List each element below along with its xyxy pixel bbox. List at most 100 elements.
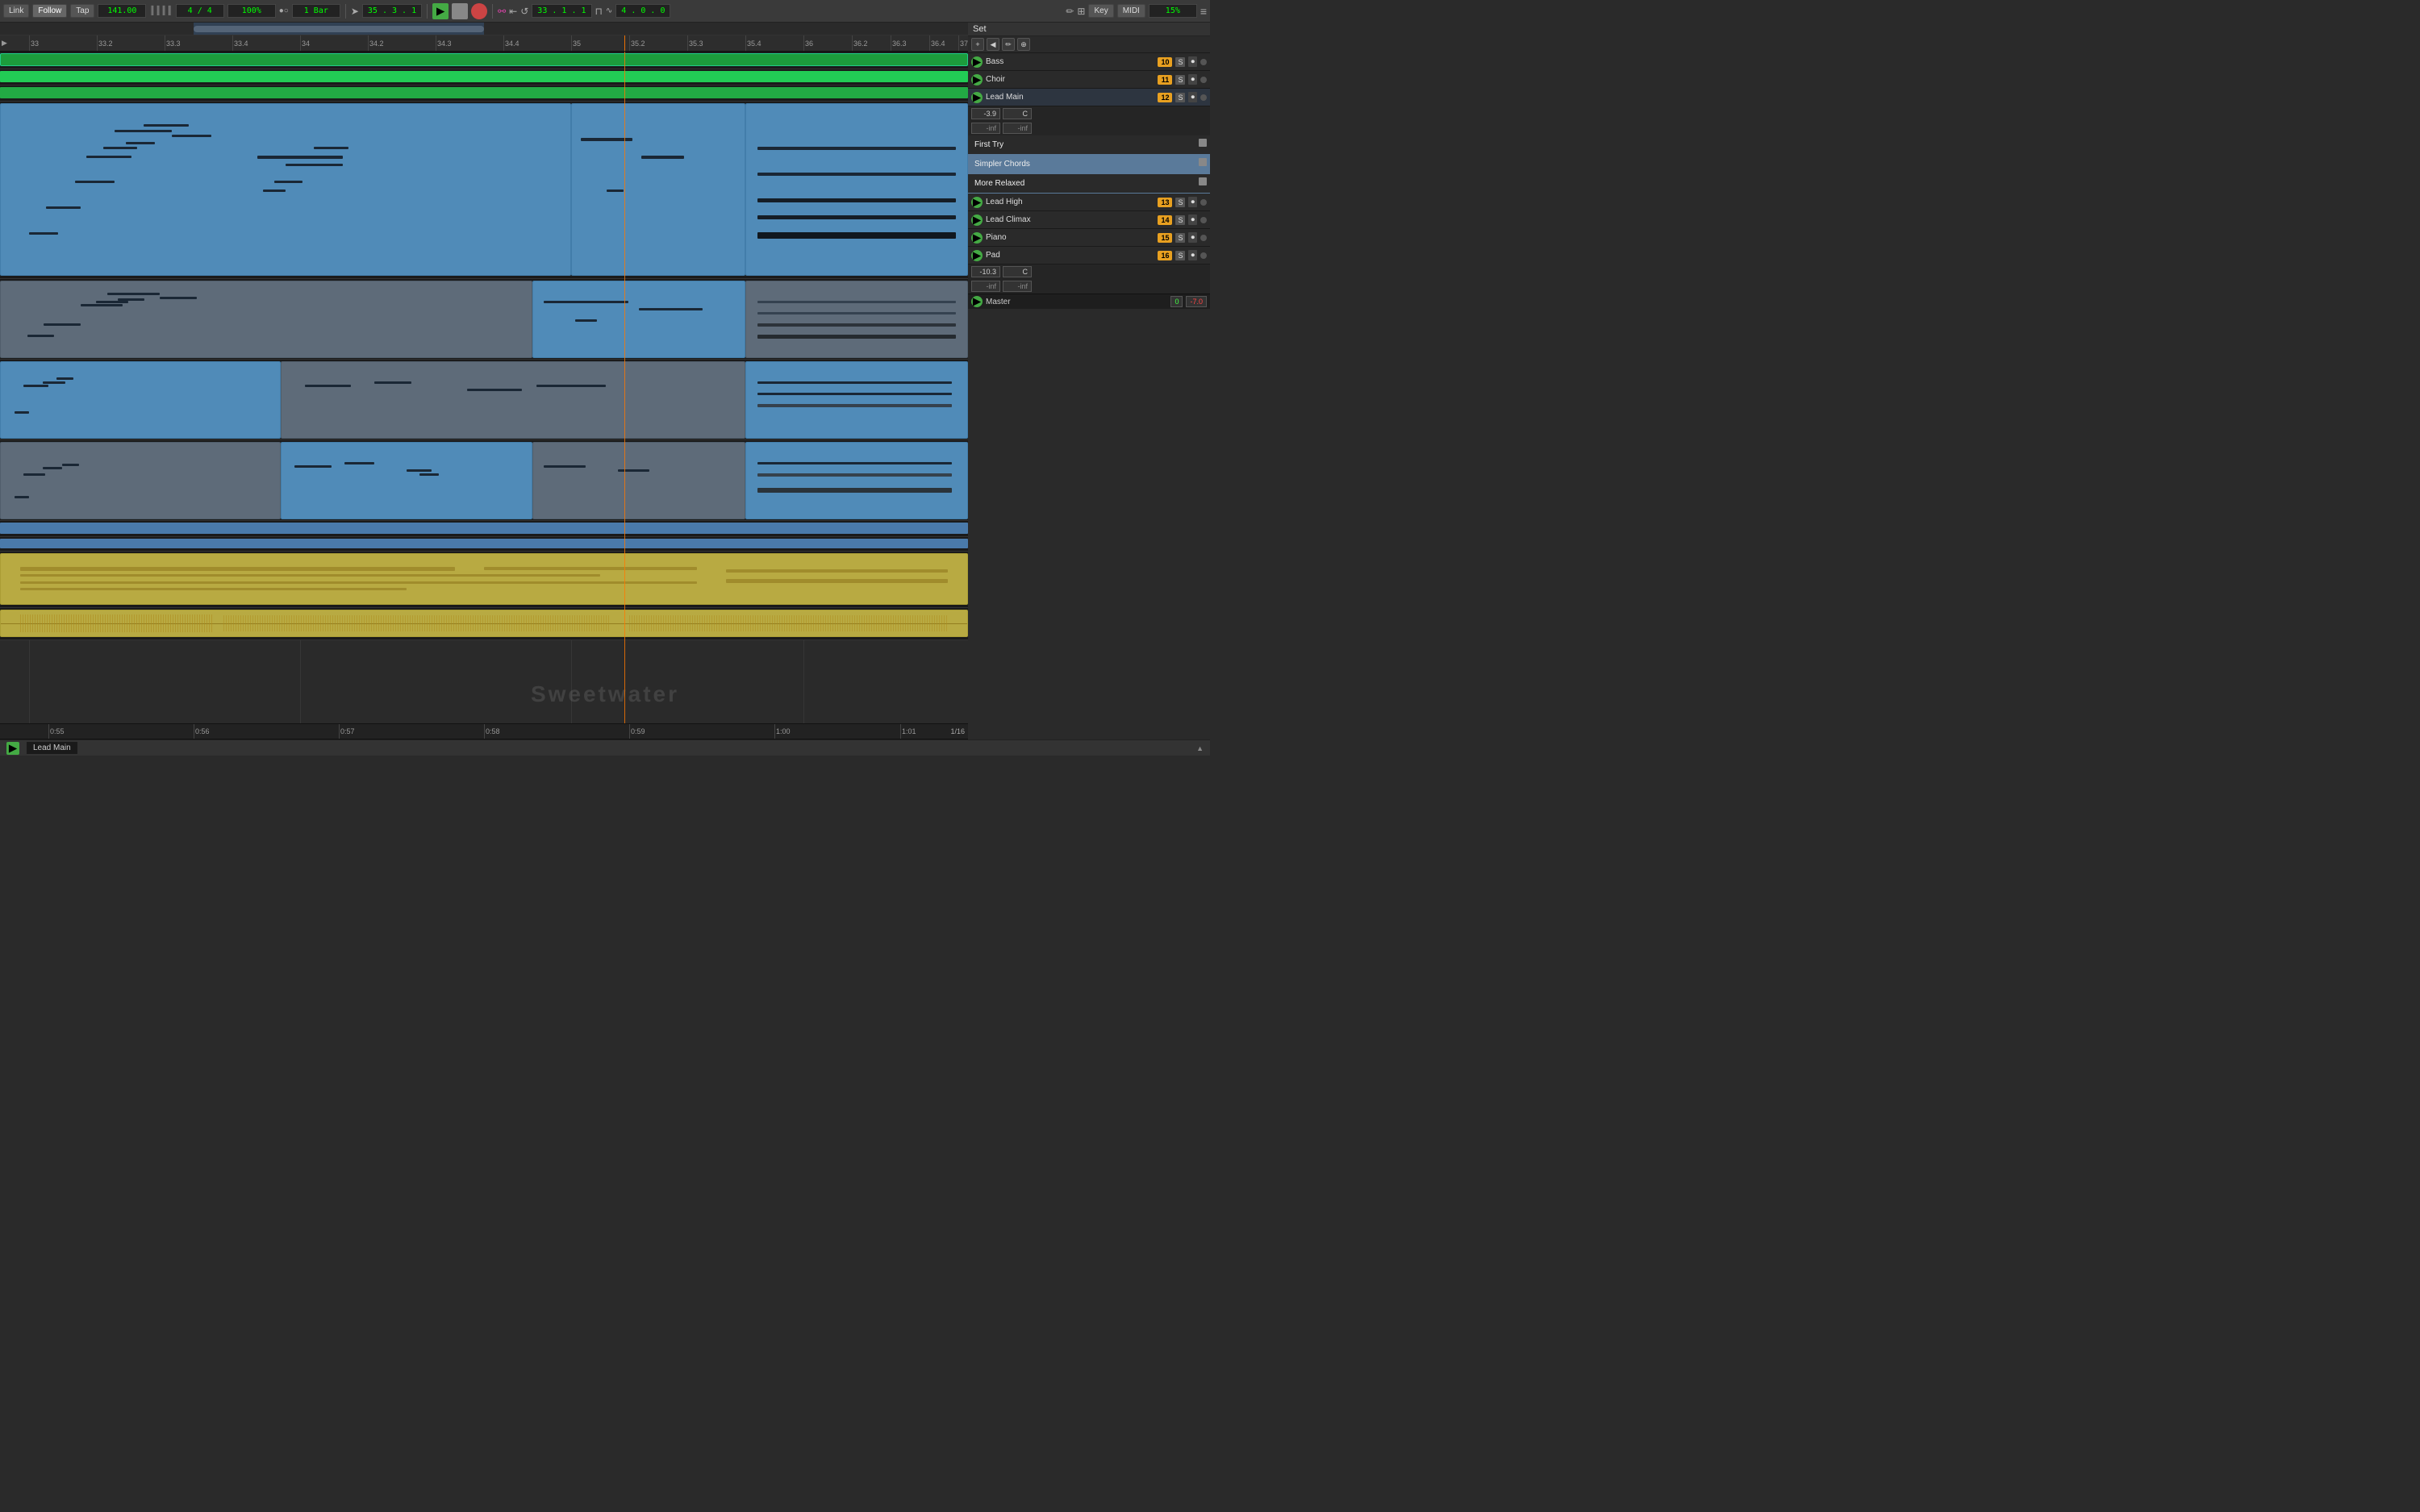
cpu-display: 15% (1149, 4, 1197, 18)
track-piano-play[interactable]: ▶ (971, 232, 983, 244)
right-panel: Set + ◀ ✏ ⊕ ▶ Bass 10 S ⏺ (968, 23, 1210, 739)
clip-lead-main-2[interactable] (571, 103, 745, 276)
clip-alt1-gray[interactable] (0, 281, 532, 358)
key-button[interactable]: Key (1088, 4, 1113, 18)
timeline-ruler[interactable]: ▶ 33 33.2 33.3 33.4 34 34.2 34.3 34.4 35… (0, 35, 968, 52)
track-leadclimax-name: Lead Climax (986, 215, 1154, 224)
bar-icon: ║║║║ (149, 6, 172, 15)
track-leadhigh-s[interactable]: S (1175, 198, 1185, 207)
track-leadclimax-s[interactable]: S (1175, 215, 1185, 225)
track-leadclimax-r[interactable]: ⏺ (1188, 215, 1197, 225)
alt-clip-simpler-chords[interactable]: Simpler Chords (968, 155, 1210, 174)
track-piano-r[interactable]: ⏺ (1188, 232, 1197, 243)
track-item-lead-climax[interactable]: ▶ Lead Climax 14 S ⏺ (968, 211, 1210, 229)
loop-length-display[interactable]: 4 . 0 . 0 (615, 4, 670, 18)
track-leadclimax-play[interactable]: ▶ (971, 215, 983, 226)
clip-lead-main-3[interactable] (745, 103, 968, 276)
clip-pad[interactable] (0, 553, 968, 605)
bpm-display[interactable]: 141.00 (98, 4, 146, 18)
clip-alt2-blue1[interactable] (0, 361, 281, 439)
track-piano-name: Piano (986, 233, 1154, 242)
set-search-button[interactable]: ⊕ (1017, 38, 1030, 51)
track-choir-s[interactable]: S (1175, 75, 1185, 85)
clip-bright-green[interactable] (0, 71, 968, 82)
track-choir-play[interactable]: ▶ (971, 74, 983, 85)
clip-alt3-blue2[interactable] (745, 442, 968, 519)
track-item-lead-main[interactable]: ▶ Lead Main 12 S ⏺ (968, 89, 1210, 106)
track-pad-play[interactable]: ▶ (971, 250, 983, 261)
clip-green2[interactable] (0, 87, 968, 98)
alt-clip-more-relaxed[interactable]: More Relaxed (968, 174, 1210, 194)
alt-clip-corner-1 (1199, 139, 1207, 147)
tap-button[interactable]: Tap (70, 4, 94, 18)
lead-main-pan-val[interactable]: C (1003, 108, 1032, 119)
track-item-bass[interactable]: ▶ Bass 10 S ⏺ (968, 53, 1210, 71)
clip-alt2-gray[interactable] (281, 361, 745, 439)
track-leadmain-play[interactable]: ▶ (971, 92, 983, 103)
playhead-line (624, 52, 625, 723)
track-leadhigh-name: Lead High (986, 198, 1154, 206)
alt-clip-first-try-label: First Try (974, 140, 1003, 149)
ruler-mark-332: 33.2 (97, 35, 113, 51)
track-leadhigh-play[interactable]: ▶ (971, 197, 983, 208)
master-play[interactable]: ▶ (971, 296, 983, 307)
track-choir-r[interactable]: ⏺ (1188, 74, 1197, 85)
set-add-button[interactable]: + (971, 38, 984, 51)
track-leadmain-s[interactable]: S (1175, 93, 1185, 102)
track-leadmain-r[interactable]: ⏺ (1188, 92, 1197, 102)
clip-alt3-gray[interactable] (0, 442, 281, 519)
track-pad-s[interactable]: S (1175, 251, 1185, 260)
bottom-play-button[interactable]: ▶ (6, 742, 19, 755)
track-leadmain-name: Lead Main (986, 93, 1154, 102)
loop-start-display[interactable]: 33 . 1 . 1 (532, 4, 591, 18)
stop-button[interactable] (452, 3, 468, 19)
zoom-display[interactable]: 100% (227, 4, 276, 18)
play-button[interactable]: ▶ (432, 3, 449, 19)
menu-icon[interactable]: ≡ (1200, 5, 1207, 18)
set-prev-button[interactable]: ◀ (987, 38, 999, 51)
follow-button[interactable]: Follow (32, 4, 67, 18)
position-display[interactable]: 35 . 3 . 1 (362, 4, 422, 18)
track-piano-indicator (1200, 235, 1207, 241)
track-pad-r[interactable]: ⏺ (1188, 250, 1197, 260)
track-lane-top (0, 52, 968, 69)
link-button[interactable]: Link (3, 4, 29, 18)
clip-pad-wave[interactable] (0, 610, 968, 637)
pad-fader-val[interactable]: -10.3 (971, 266, 1000, 277)
track-item-pad[interactable]: ▶ Pad 16 S ⏺ (968, 247, 1210, 264)
track-bass-play[interactable]: ▶ (971, 56, 983, 68)
track-choir-indicator (1200, 77, 1207, 83)
pad-vol-row: -inf -inf (968, 279, 1210, 294)
lead-main-fader-val[interactable]: -3.9 (971, 108, 1000, 119)
set-pencil-button[interactable]: ✏ (1002, 38, 1015, 51)
track-lane-lead-main (0, 102, 968, 279)
clip-alt2-blue2[interactable] (745, 361, 968, 439)
clip-lead-main-1[interactable] (0, 103, 571, 276)
alt-clip-first-try[interactable]: First Try (968, 135, 1210, 155)
time-056: 0:56 (194, 724, 210, 739)
clip-alt1-blue[interactable] (532, 281, 745, 358)
quantize-display[interactable]: 1 Bar (292, 4, 340, 18)
time-sig-display[interactable]: 4 / 4 (176, 4, 224, 18)
clip-green-top[interactable] (0, 53, 968, 66)
separator-1 (345, 4, 346, 19)
track-piano-s[interactable]: S (1175, 233, 1185, 243)
scroll-indicator[interactable] (0, 23, 968, 35)
pad-pan-val[interactable]: C (1003, 266, 1032, 277)
clip-alt3-gray2[interactable] (532, 442, 745, 519)
track-item-piano[interactable]: ▶ Piano 15 S ⏺ (968, 229, 1210, 247)
track-item-choir[interactable]: ▶ Choir 11 S ⏺ (968, 71, 1210, 89)
record-button[interactable] (471, 3, 487, 19)
track-list-panel: ▶ Bass 10 S ⏺ ▶ Choir 11 S ⏺ (968, 53, 1210, 294)
midi-button[interactable]: MIDI (1117, 4, 1145, 18)
clip-alt3-blue[interactable] (281, 442, 532, 519)
clip-alt1-gray2[interactable] (745, 281, 968, 358)
track-leadhigh-r[interactable]: ⏺ (1188, 197, 1197, 207)
clip-lead-high[interactable] (0, 523, 968, 534)
track-lane-lead-climax (0, 537, 968, 552)
track-bass-r[interactable]: ⏺ (1188, 56, 1197, 67)
track-bass-s[interactable]: S (1175, 57, 1185, 67)
clip-lead-climax[interactable] (0, 539, 968, 548)
master-val-l: 0 (1170, 296, 1183, 307)
track-item-lead-high[interactable]: ▶ Lead High 13 S ⏺ (968, 194, 1210, 211)
